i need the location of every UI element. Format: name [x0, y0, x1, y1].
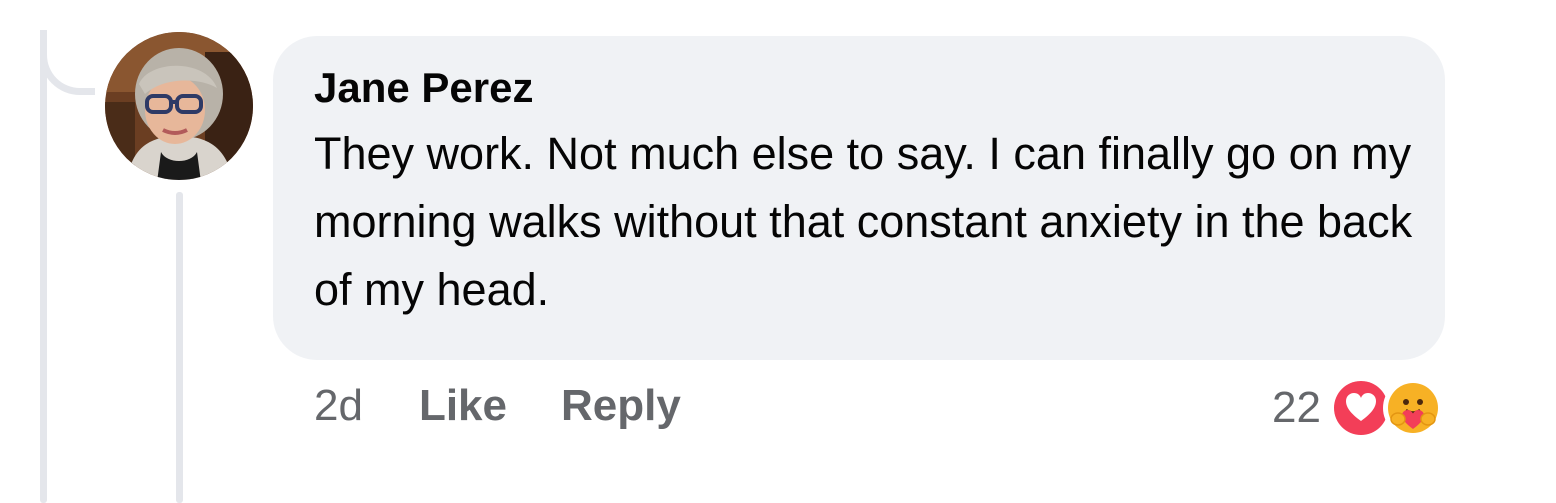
avatar-photo [105, 32, 253, 180]
avatar[interactable] [105, 32, 253, 180]
thread-line [40, 32, 47, 503]
comment-actions: 2d Like Reply [314, 380, 735, 432]
reaction-count: 22 [1272, 383, 1321, 432]
comment-bubble: Jane Perez They work. Not much else to s… [273, 36, 1445, 360]
comment-timestamp[interactable]: 2d [314, 381, 363, 431]
thread-connector [40, 30, 95, 95]
comment-text: They work. Not much else to say. I can f… [314, 128, 1413, 315]
reactions-summary[interactable]: 22 [1272, 378, 1443, 438]
reply-thread-line [176, 192, 183, 503]
reply-button[interactable]: Reply [561, 381, 681, 431]
comment-author[interactable]: Jane Perez [314, 64, 1405, 112]
like-button[interactable]: Like [419, 381, 507, 431]
heart-reaction-icon [1330, 378, 1391, 438]
care-reaction-icon [1382, 378, 1443, 438]
